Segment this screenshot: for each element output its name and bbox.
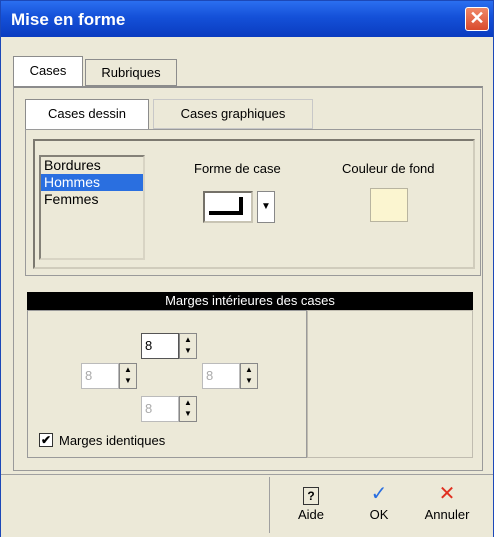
couleur-de-fond-label: Couleur de fond bbox=[342, 161, 435, 176]
mise-en-forme-dialog: Mise en forme ✕ Cases Rubriques Cases de… bbox=[0, 0, 494, 537]
marge-right-stepper[interactable]: 8 ▲ ▼ bbox=[202, 363, 258, 389]
forme-de-case-select[interactable] bbox=[203, 191, 253, 223]
down-arrow-icon[interactable]: ▼ bbox=[241, 375, 257, 386]
marge-right-value[interactable]: 8 bbox=[202, 363, 240, 389]
spinner-arrows[interactable]: ▲ ▼ bbox=[119, 363, 137, 389]
marges-identiques-checkbox[interactable]: ✔ bbox=[39, 433, 53, 447]
close-button[interactable]: ✕ bbox=[465, 7, 489, 31]
help-icon: ? bbox=[283, 481, 339, 507]
marge-top-stepper[interactable]: 8 ▲ ▼ bbox=[141, 333, 197, 359]
list-item-bordures[interactable]: Bordures bbox=[41, 157, 143, 174]
down-arrow-icon[interactable]: ▼ bbox=[180, 408, 196, 419]
tab-cases-graphiques-label: Cases graphiques bbox=[180, 106, 286, 121]
list-item-hommes[interactable]: Hommes bbox=[41, 174, 143, 191]
tab-rubriques[interactable]: Rubriques bbox=[85, 59, 177, 86]
list-item-femmes[interactable]: Femmes bbox=[41, 191, 143, 208]
marges-identiques-label: Marges identiques bbox=[59, 433, 166, 448]
checkmark-icon: ✔ bbox=[40, 433, 52, 447]
tab-cases[interactable]: Cases bbox=[13, 56, 83, 86]
couleur-de-fond-swatch[interactable] bbox=[370, 188, 408, 222]
spinner-arrows[interactable]: ▲ ▼ bbox=[179, 396, 197, 422]
close-icon: ✕ bbox=[469, 8, 485, 28]
element-list[interactable]: Bordures Hommes Femmes bbox=[39, 155, 145, 260]
marges-header: Marges intérieures des cases bbox=[27, 292, 473, 310]
marges-right-panel bbox=[307, 310, 473, 458]
up-arrow-icon[interactable]: ▲ bbox=[180, 397, 196, 408]
annuler-label: Annuler bbox=[424, 507, 470, 522]
tab-cases-label: Cases bbox=[29, 63, 67, 78]
marge-left-stepper[interactable]: 8 ▲ ▼ bbox=[81, 363, 137, 389]
tab-cases-dessin[interactable]: Cases dessin bbox=[25, 99, 149, 129]
marge-left-value[interactable]: 8 bbox=[81, 363, 119, 389]
cross-icon: ✕ bbox=[438, 483, 456, 505]
marge-bottom-value[interactable]: 8 bbox=[141, 396, 179, 422]
forme-de-case-label: Forme de case bbox=[194, 161, 281, 176]
up-arrow-icon[interactable]: ▲ bbox=[120, 364, 136, 375]
marge-top-value[interactable]: 8 bbox=[141, 333, 179, 359]
up-arrow-icon[interactable]: ▲ bbox=[241, 364, 257, 375]
spinner-arrows[interactable]: ▲ ▼ bbox=[240, 363, 258, 389]
aide-button[interactable]: ? Aide bbox=[283, 481, 339, 535]
ok-label: OK bbox=[369, 507, 389, 522]
title-bar: Mise en forme ✕ bbox=[1, 1, 493, 37]
down-arrow-icon[interactable]: ▼ bbox=[120, 375, 136, 386]
marge-bottom-stepper[interactable]: 8 ▲ ▼ bbox=[141, 396, 197, 422]
box-shape-preview bbox=[209, 197, 243, 215]
tab-cases-graphiques[interactable]: Cases graphiques bbox=[153, 99, 313, 129]
down-arrow-icon[interactable]: ▼ bbox=[180, 345, 196, 356]
tab-rubriques-label: Rubriques bbox=[101, 65, 161, 80]
tab-cases-dessin-label: Cases dessin bbox=[47, 106, 127, 121]
annuler-button[interactable]: ✕ Annuler bbox=[419, 481, 475, 535]
up-arrow-icon[interactable]: ▲ bbox=[180, 334, 196, 345]
window-title: Mise en forme bbox=[11, 10, 126, 29]
divider bbox=[269, 477, 270, 533]
check-icon: ✓ bbox=[370, 483, 388, 505]
ok-button[interactable]: ✓ OK bbox=[351, 481, 407, 535]
spinner-arrows[interactable]: ▲ ▼ bbox=[179, 333, 197, 359]
forme-dropdown-button[interactable]: ▼ bbox=[257, 191, 275, 223]
chevron-down-icon: ▼ bbox=[261, 201, 271, 212]
aide-label: Aide bbox=[297, 507, 325, 522]
